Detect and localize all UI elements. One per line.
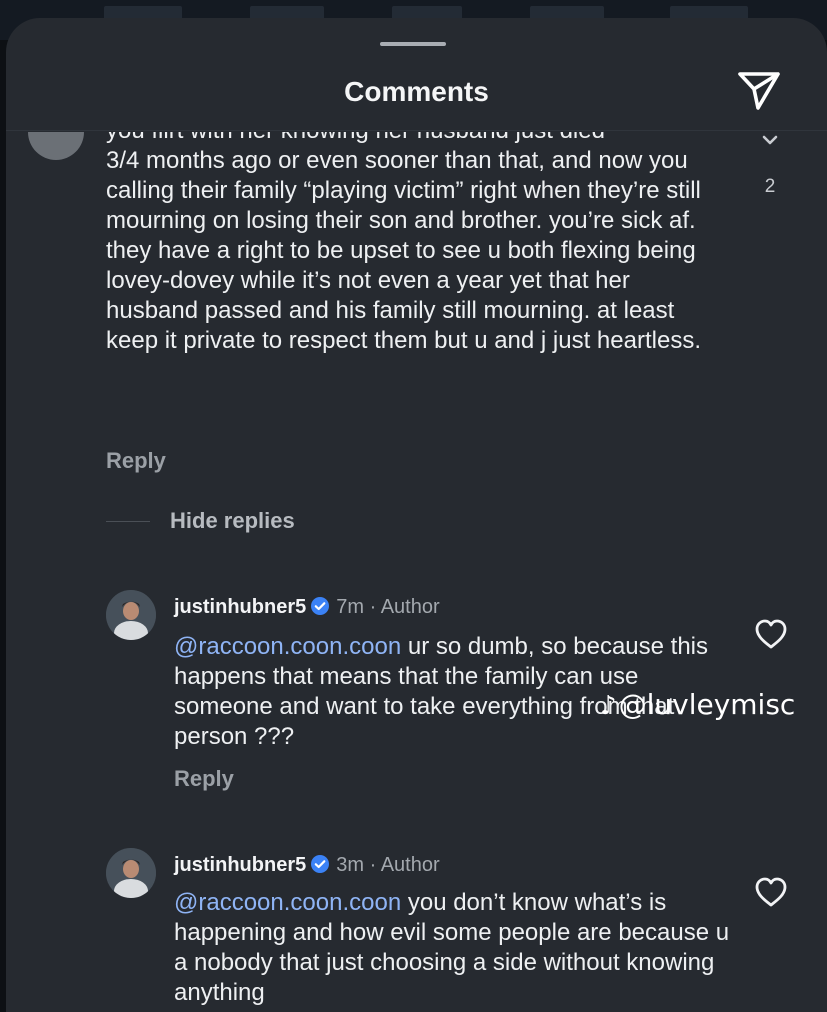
- timestamp: 3m: [336, 854, 365, 876]
- username[interactable]: justinhubner5: [174, 596, 306, 618]
- page-title: Comments: [344, 76, 489, 107]
- reply-button[interactable]: Reply: [106, 448, 166, 474]
- timestamp: 7m: [336, 596, 365, 618]
- author-label: Author: [380, 854, 440, 876]
- like-count: 2: [764, 176, 776, 197]
- separator: ·: [369, 596, 377, 618]
- send-icon[interactable]: [736, 68, 782, 114]
- heart-icon[interactable]: [754, 876, 788, 908]
- username[interactable]: justinhubner5: [174, 854, 306, 876]
- verified-badge-icon: [310, 596, 330, 616]
- separator: ·: [369, 854, 377, 876]
- watermark-handle: @luvleymisc: [618, 688, 796, 721]
- tiktok-watermark: ♪@luvleymisc: [600, 688, 795, 721]
- verified-badge-icon: [310, 854, 330, 874]
- comment-text: 3/4 months ago or even sooner than that,…: [106, 147, 701, 354]
- comment-text: @raccoon.coon.coon you don’t know what’s…: [174, 888, 734, 1008]
- mention-link[interactable]: @raccoon.coon.coon: [174, 633, 401, 660]
- heart-icon[interactable]: [754, 618, 788, 650]
- avatar[interactable]: [28, 132, 84, 160]
- comment-meta: justinhubner5 7m · Author: [174, 596, 440, 619]
- comments-sheet: Comments you flirt with her knowing her …: [6, 18, 827, 1012]
- tiktok-logo-icon: ♪: [600, 691, 617, 721]
- comments-list[interactable]: you flirt with her knowing her husband j…: [6, 132, 827, 1012]
- avatar[interactable]: [106, 848, 156, 898]
- comment-meta: justinhubner5 3m · Author: [174, 854, 440, 877]
- comment-text-partial: you flirt with her knowing her husband j…: [106, 132, 605, 146]
- mention-link[interactable]: @raccoon.coon.coon: [174, 889, 401, 916]
- author-label: Author: [380, 596, 440, 618]
- header-divider: [6, 130, 827, 131]
- hide-replies-button[interactable]: Hide replies: [170, 508, 295, 534]
- avatar[interactable]: [106, 590, 156, 640]
- reply-button[interactable]: Reply: [174, 766, 234, 792]
- thread-divider: [106, 521, 150, 522]
- chevron-down-icon[interactable]: [758, 134, 782, 148]
- drag-handle[interactable]: [380, 42, 446, 46]
